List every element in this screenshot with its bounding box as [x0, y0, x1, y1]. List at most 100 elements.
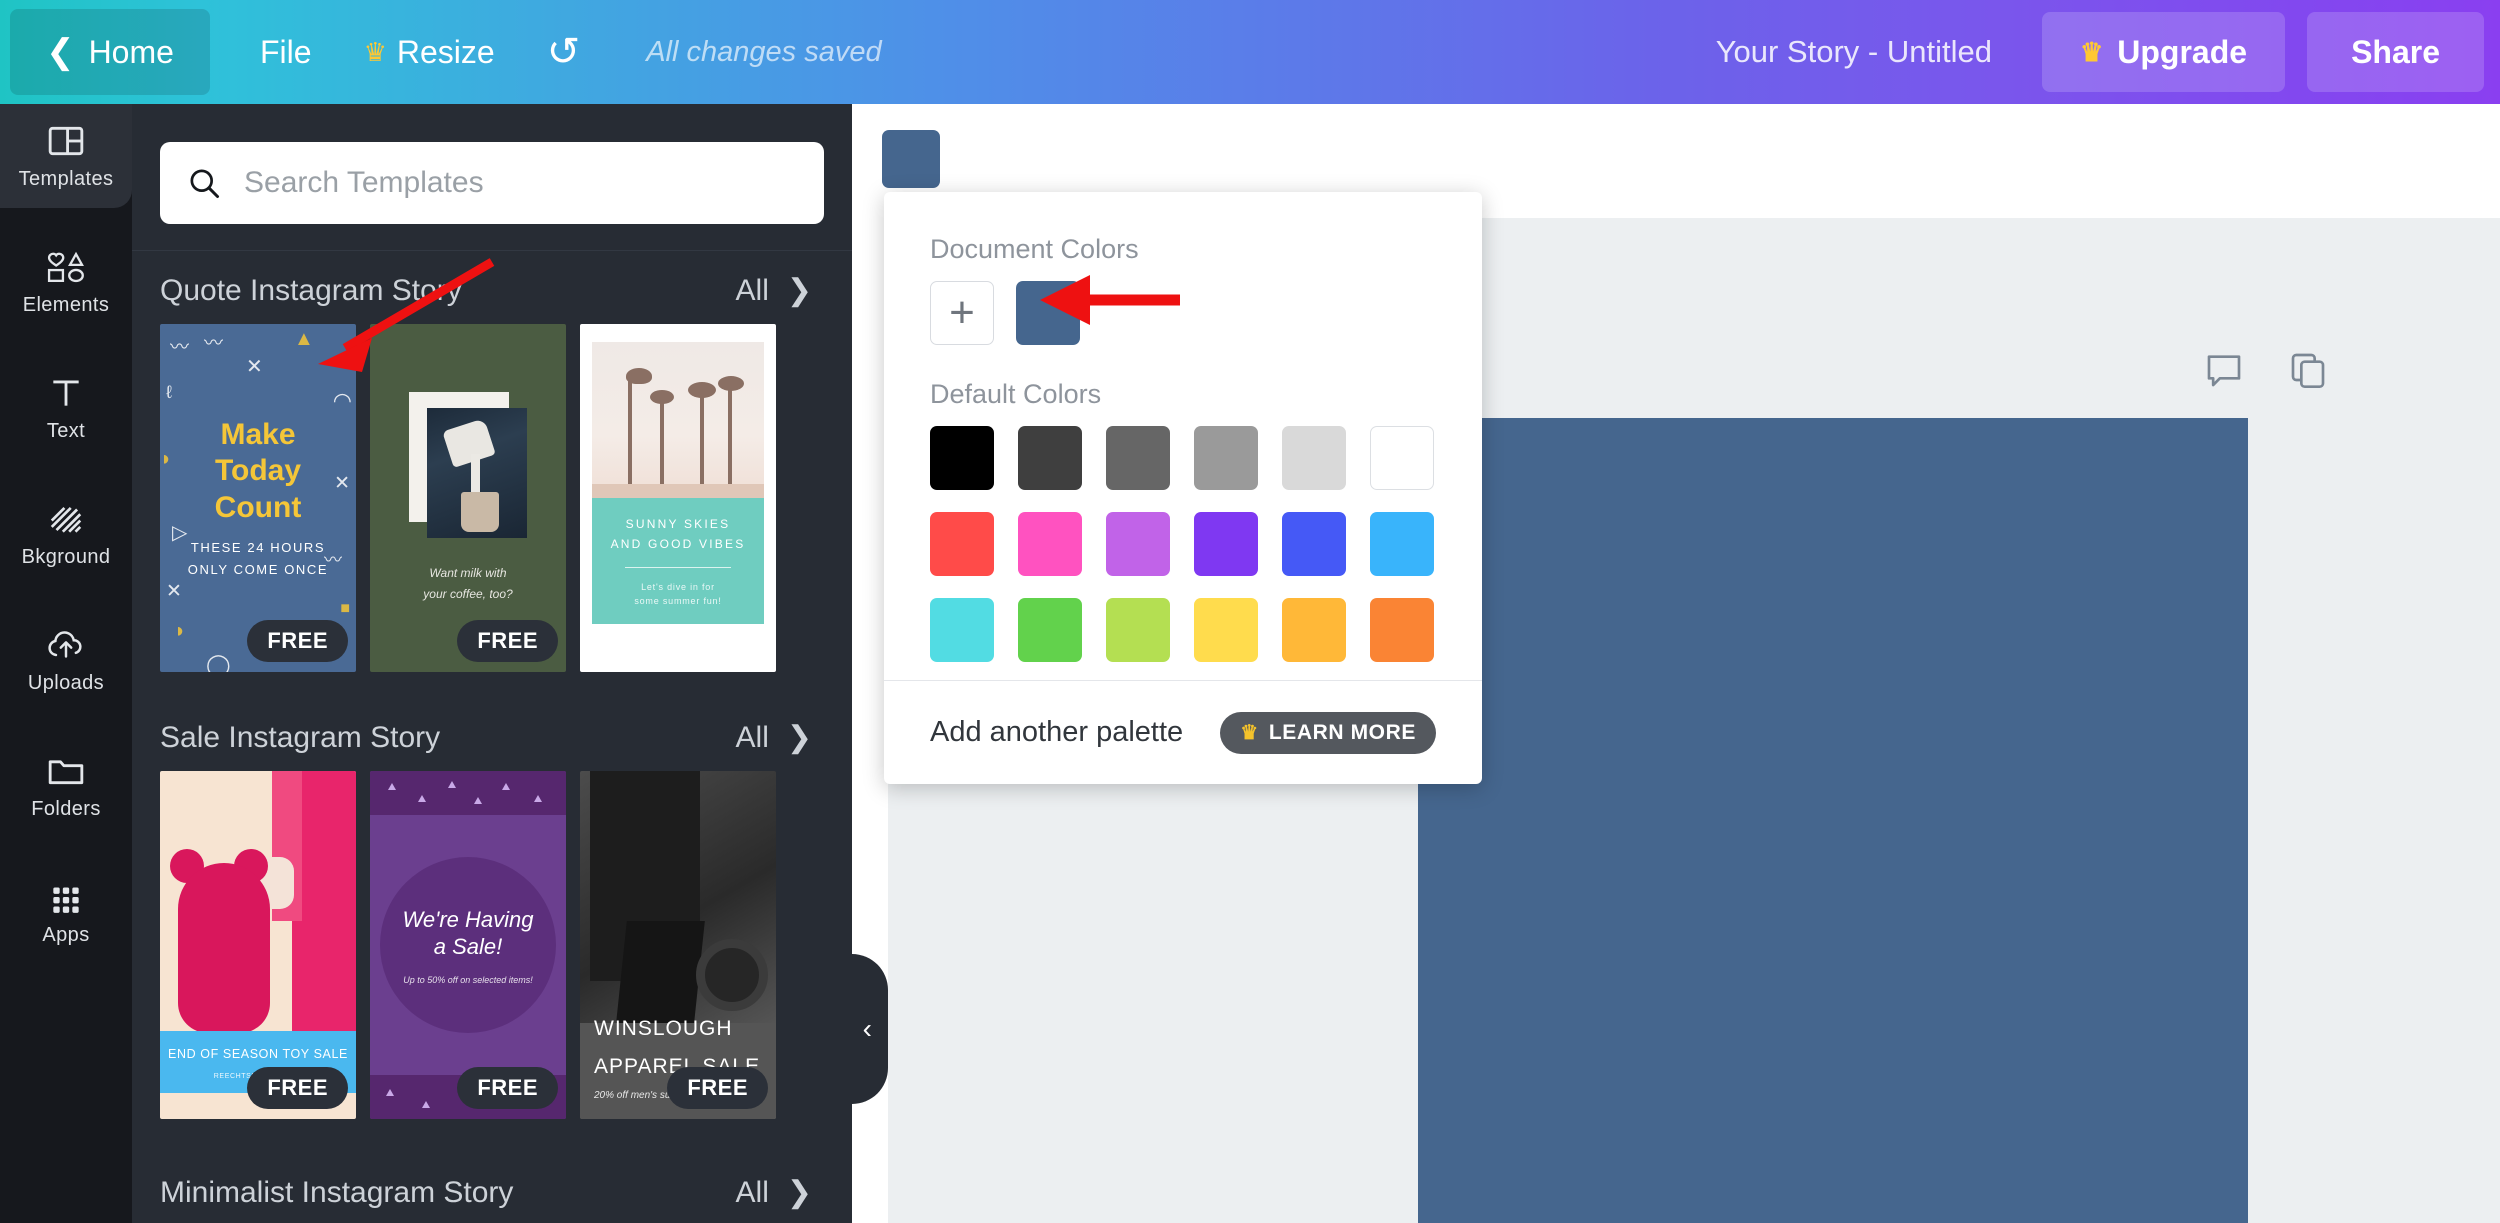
search-templates-field[interactable]: Search Templates [160, 142, 824, 224]
collapse-panel-handle[interactable]: ‹ [816, 954, 888, 1104]
default-color-swatch[interactable] [930, 512, 994, 576]
coffee-caption-line2: your coffee, too? [423, 587, 513, 601]
document-title[interactable]: Your Story - Untitled [1716, 34, 1992, 70]
canvas-tool-icons [2204, 350, 2328, 390]
section-header-minimalist: Minimalist Instagram Story All ❯ [132, 1153, 852, 1223]
default-color-swatch[interactable] [1106, 512, 1170, 576]
chevron-right-icon: ❯ [786, 1176, 812, 1209]
sidebar-item-folders[interactable]: Folders [0, 734, 132, 838]
template-card-toy-sale[interactable]: END OF SEASON TOY SALE REECHTSPAN TOY CO… [160, 771, 356, 1119]
color-picker-footer: Add another palette ♛ LEARN MORE [884, 680, 1482, 784]
sidebar-item-apps[interactable]: Apps [0, 860, 132, 964]
deco-cross-2: ✕ [334, 473, 350, 494]
free-badge: FREE [247, 1067, 348, 1109]
sunny-divider [624, 566, 732, 568]
file-menu-label: File [260, 33, 312, 70]
share-label: Share [2351, 33, 2440, 70]
section-all-minimalist[interactable]: All ❯ [736, 1175, 812, 1210]
sale-line3: Up to 50% off on selected items! [403, 974, 533, 985]
default-color-swatch[interactable] [930, 426, 994, 490]
learn-more-button[interactable]: ♛ LEARN MORE [1220, 711, 1436, 754]
template-card-sunny-skies[interactable]: SUNNY SKIES AND GOOD VIBES Let's dive in… [580, 324, 776, 672]
default-color-swatch[interactable] [1106, 426, 1170, 490]
templates-panel: Search Templates Quote Instagram Story A… [132, 104, 852, 1223]
add-another-palette-button[interactable]: Add another palette [930, 716, 1183, 749]
share-button[interactable]: Share [2307, 12, 2484, 92]
section-all-label: All [735, 273, 769, 307]
section-header-quote: Quote Instagram Story All ❯ [132, 251, 852, 324]
deco-zigzag-3: 〰 [324, 550, 342, 570]
template-headline-line1: Make [220, 417, 296, 451]
template-card-were-having-a-sale[interactable]: We're Having a Sale! Up to 50% off on se… [370, 771, 566, 1119]
default-color-swatch[interactable] [1194, 512, 1258, 576]
templates-icon [48, 126, 84, 155]
home-button[interactable]: ❮ Home [10, 9, 210, 95]
deco-arc: ◠ [332, 388, 352, 413]
default-color-swatch[interactable] [1370, 426, 1434, 490]
sidebar-item-background[interactable]: Bkground [0, 482, 132, 586]
rail-gap-2 [0, 334, 132, 356]
document-colors-label: Document Colors [930, 234, 1139, 264]
palm-crown-1 [626, 368, 652, 384]
palm-crown-3 [688, 382, 716, 398]
sunny-line1: SUNNY SKIES [625, 516, 731, 531]
default-color-swatch[interactable] [1194, 598, 1258, 662]
section-all-label: All [735, 720, 769, 754]
sidebar-item-uploads[interactable]: Uploads [0, 608, 132, 712]
section-header-sale: Sale Instagram Story All ❯ [132, 698, 852, 771]
palm-ground [592, 484, 764, 498]
default-color-swatch[interactable] [1370, 598, 1434, 662]
default-color-swatch[interactable] [1018, 598, 1082, 662]
default-color-swatch[interactable] [1194, 426, 1258, 490]
sale-line1: We're Having [402, 906, 534, 932]
sidebar-item-templates-label: Templates [18, 167, 114, 190]
document-colors-row: + [930, 281, 1436, 345]
file-menu-button[interactable]: File [234, 9, 338, 95]
deco-triangle-filled: ▲ [294, 328, 314, 350]
section-all-quote[interactable]: All ❯ [736, 273, 812, 308]
sunny-line4: some summer fun! [634, 595, 722, 606]
sale-line2: a Sale! [433, 934, 503, 959]
template-card-coffee[interactable]: Want milk with your coffee, too? FREE [370, 324, 566, 672]
section-all-sale[interactable]: All ❯ [736, 720, 812, 755]
design-artboard[interactable] [1418, 418, 2248, 1223]
document-color-swatch[interactable] [1016, 281, 1080, 345]
free-badge: FREE [247, 620, 348, 662]
top-bar: ❮ Home File ♛ Resize ↺ All changes saved… [0, 0, 2500, 104]
sidebar-item-elements[interactable]: Elements [0, 230, 132, 334]
sale-confetti [534, 795, 542, 802]
milk-jug [442, 417, 496, 468]
default-color-swatch[interactable] [1282, 512, 1346, 576]
default-color-swatch[interactable] [1018, 426, 1082, 490]
uploads-icon [48, 630, 82, 658]
default-colors-grid [930, 426, 1436, 662]
add-color-button[interactable]: + [930, 281, 994, 345]
learn-more-crown-icon: ♛ [1240, 721, 1259, 744]
template-card-make-today-count[interactable]: 〰 〰 ✕ ℓ ◠ ✕ ▷ 〰 ✕ ▲ ◗ ■ ◗ ◯ Make Today C… [160, 324, 356, 672]
default-color-swatch[interactable] [1018, 512, 1082, 576]
duplicate-page-icon[interactable] [2288, 350, 2328, 390]
free-badge: FREE [457, 620, 558, 662]
home-button-label: Home [88, 33, 174, 70]
palm-crown-4 [718, 376, 744, 391]
default-color-swatch[interactable] [1370, 512, 1434, 576]
sidebar-item-apps-label: Apps [42, 923, 90, 946]
deco-zigzag: 〰 [170, 337, 190, 358]
upgrade-button[interactable]: ♛ Upgrade [2041, 12, 2286, 92]
rail-gap-1 [0, 208, 132, 230]
default-color-swatch[interactable] [930, 598, 994, 662]
default-color-swatch[interactable] [1282, 598, 1346, 662]
selected-color-swatch-button[interactable] [882, 130, 940, 188]
sale-confetti [502, 783, 510, 790]
template-card-winslough-apparel[interactable]: WINSLOUGH APPAREL SALE 20% off men's sui… [580, 771, 776, 1119]
default-color-swatch[interactable] [1106, 598, 1170, 662]
sidebar-item-text[interactable]: Text [0, 356, 132, 460]
template-preview-sunny: SUNNY SKIES AND GOOD VIBES Let's dive in… [580, 324, 776, 672]
default-color-swatch[interactable] [1282, 426, 1346, 490]
resize-label: Resize [396, 33, 495, 70]
comment-icon[interactable] [2204, 350, 2244, 390]
resize-button[interactable]: ♛ Resize [338, 9, 521, 95]
undo-button[interactable]: ↺ [521, 9, 607, 95]
chevron-right-icon: ❯ [786, 721, 812, 754]
sidebar-item-templates[interactable]: Templates [0, 104, 132, 208]
